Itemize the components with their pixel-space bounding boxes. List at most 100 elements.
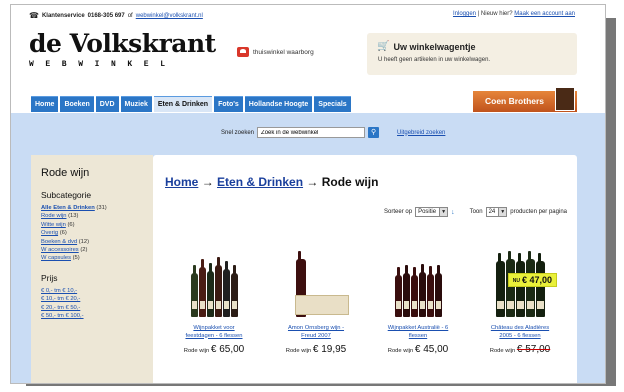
service-label: Klantenservice — [41, 12, 85, 19]
search-input[interactable] — [257, 127, 366, 138]
bottle-image — [222, 261, 230, 317]
bottle-image — [410, 267, 418, 317]
sort-select[interactable]: Positie ▼ — [415, 207, 449, 217]
list-item: Overig (6) — [41, 229, 143, 237]
tab-fotos[interactable]: Foto's — [214, 96, 243, 112]
breadcrumb-arrow: → — [306, 175, 319, 189]
subcategory-link[interactable]: Rode wijn — [41, 213, 66, 219]
product-image[interactable] — [265, 241, 367, 317]
cart-box[interactable]: 🛒 Uw winkelwagentje U heeft geen artikel… — [367, 33, 577, 75]
price-filter-link[interactable]: € 50,- tm € 100,- — [41, 313, 84, 319]
product-name-link[interactable]: Amon Ornsberg wijn - Freud 2007 — [265, 325, 367, 341]
per-page-select[interactable]: 24 ▼ — [485, 207, 508, 217]
subcategory-count: (6) — [67, 221, 75, 228]
sale-price-badge: NU € 47,00 — [507, 273, 557, 287]
list-item: Alle Eten & Drinken (31) — [41, 204, 143, 212]
product-image[interactable] — [163, 241, 265, 317]
list-item: Witte wijn (6) — [41, 221, 143, 229]
product-name-link[interactable]: Wijnpakket Australië - 6 flessen — [367, 325, 469, 341]
subcategory-count: (2) — [80, 247, 88, 254]
site-logo[interactable]: de Volkskrant WEBWINKEL — [29, 31, 216, 69]
bottle-image — [434, 265, 442, 317]
bottle-image — [426, 266, 434, 317]
tab-muziek[interactable]: Muziek — [120, 96, 152, 112]
login-link[interactable]: Inloggen — [453, 11, 476, 17]
webshop-page: ☎ Klantenservice 0168-305 697 of webwink… — [10, 4, 606, 384]
tab-specials[interactable]: Specials — [314, 96, 351, 112]
bottle-image — [418, 264, 426, 317]
chevron-down-icon: ▼ — [439, 208, 448, 216]
product-price: Rode wijn € 19,95 — [285, 344, 347, 355]
service-or: of — [127, 12, 133, 19]
subcategory-count: (31) — [96, 205, 107, 211]
tab-eten-drinken[interactable]: Eten & Drinken — [153, 96, 213, 112]
show-label: Toon — [469, 209, 483, 215]
product-price: Rode wijn € 65,00 — [183, 344, 245, 355]
product-name-link[interactable]: Château des Aladières 2005 - 6 flessen — [469, 325, 571, 341]
customer-service-bar: ☎ Klantenservice 0168-305 697 of webwink… — [29, 11, 203, 20]
sort-direction-icon[interactable]: ↓ — [451, 209, 455, 216]
gift-box-image — [295, 295, 349, 315]
new-here-text: Nieuw hier? — [480, 11, 513, 17]
product-image[interactable] — [367, 241, 469, 317]
cart-title: Uw winkelwagentje — [393, 41, 476, 52]
product-card: Amon Ornsberg wijn - Freud 2007 Rode wijn… — [265, 241, 367, 355]
list-item: W capsules (5) — [41, 254, 143, 262]
logo-subtitle: WEBWINKEL — [29, 60, 177, 69]
search-icon[interactable]: ⚲ — [368, 127, 380, 138]
list-item: € 10,- tm € 20,- — [41, 295, 143, 303]
bottle-image — [394, 267, 402, 317]
list-item: Boeken & dvd (12) — [41, 238, 143, 246]
quick-search: Snel zoeken ⚲ Uitgebreid zoeken — [221, 127, 445, 138]
subcategory-link[interactable]: Witte wijn — [41, 222, 66, 228]
list-item: Rode wijn (13) — [41, 212, 143, 220]
subcategory-link[interactable]: Overig — [41, 230, 58, 236]
subcategory-list: Alle Eten & Drinken (31) Rode wijn (13) … — [41, 204, 143, 263]
tab-dvd[interactable]: DVD — [95, 96, 119, 112]
subcategory-count: (13) — [68, 213, 79, 220]
subcategory-link[interactable]: Boeken & dvd — [41, 239, 77, 245]
tab-boeken[interactable]: Boeken — [60, 96, 94, 112]
sort-value: Positie — [418, 209, 437, 215]
category-sidebar: Rode wijn Subcategorie Alle Eten & Drink… — [31, 155, 153, 383]
product-name-link[interactable]: Wijnpakket voor feestdagen - 6 flessen — [163, 325, 265, 341]
list-item: € 50,- tm € 100,- — [41, 312, 143, 320]
breadcrumb-home[interactable]: Home — [165, 175, 198, 189]
product-listing: Home → Eten & Drinken → Rode wijn Sortee… — [153, 155, 577, 383]
subcategory-link[interactable]: W capsules — [41, 255, 71, 261]
promo-dvd-image — [555, 87, 575, 111]
coen-brothers-promo[interactable]: Coen Brothers — [473, 87, 577, 112]
logo-title: de Volkskrant — [29, 29, 216, 58]
sort-bar: Sorteer op Positie ▼ ↓ Toon 24 ▼ producten… — [384, 207, 567, 217]
bottle-image — [206, 263, 214, 317]
account-separator: | — [477, 11, 480, 17]
subcategory-heading: Subcategorie — [41, 190, 92, 200]
thuiswinkel-label: thuiswinkel waarborg — [253, 48, 314, 56]
service-email-link[interactable]: webwinkel@volkskrant.nl — [136, 13, 203, 19]
chevron-down-icon: ▼ — [498, 208, 507, 216]
product-card: NU € 47,00 Château des Aladières 2005 - 6 … — [469, 241, 571, 355]
subcategory-link[interactable]: W accessoires — [41, 247, 79, 253]
promo-label: Coen Brothers — [485, 96, 545, 106]
tab-hollandse-hoogte[interactable]: Hollandse Hoogte — [244, 96, 313, 112]
price-filter-link[interactable]: € 20,- tm € 50,- — [41, 305, 80, 311]
breadcrumb-arrow: → — [201, 175, 214, 189]
product-card: Wijnpakket Australië - 6 flessen Rode wij… — [367, 241, 469, 355]
create-account-link[interactable]: Maak een account aan — [514, 11, 575, 17]
breadcrumb-current: Rode wijn — [321, 175, 379, 189]
thuiswinkel-badge[interactable]: thuiswinkel waarborg — [237, 47, 314, 57]
subcategory-link[interactable]: Alle Eten & Drinken — [41, 205, 95, 211]
sort-label: Sorteer op — [384, 209, 413, 215]
product-price: Rode wijn € 57,00 — [489, 344, 551, 355]
cart-message: U heeft geen artikelen in uw winkelwagen… — [378, 57, 491, 63]
advanced-search-link[interactable]: Uitgebreid zoeken — [397, 130, 445, 136]
price-filter-link[interactable]: € 0,- tm € 10,- — [41, 288, 77, 294]
subcategory-count: (6) — [59, 230, 67, 237]
bottle-image — [214, 257, 222, 317]
bottle-image — [535, 253, 545, 317]
bottle-image — [198, 259, 206, 317]
breadcrumb-category[interactable]: Eten & Drinken — [217, 175, 303, 189]
price-filter-link[interactable]: € 10,- tm € 20,- — [41, 296, 80, 302]
bottle-image — [505, 251, 515, 317]
tab-home[interactable]: Home — [31, 96, 59, 112]
